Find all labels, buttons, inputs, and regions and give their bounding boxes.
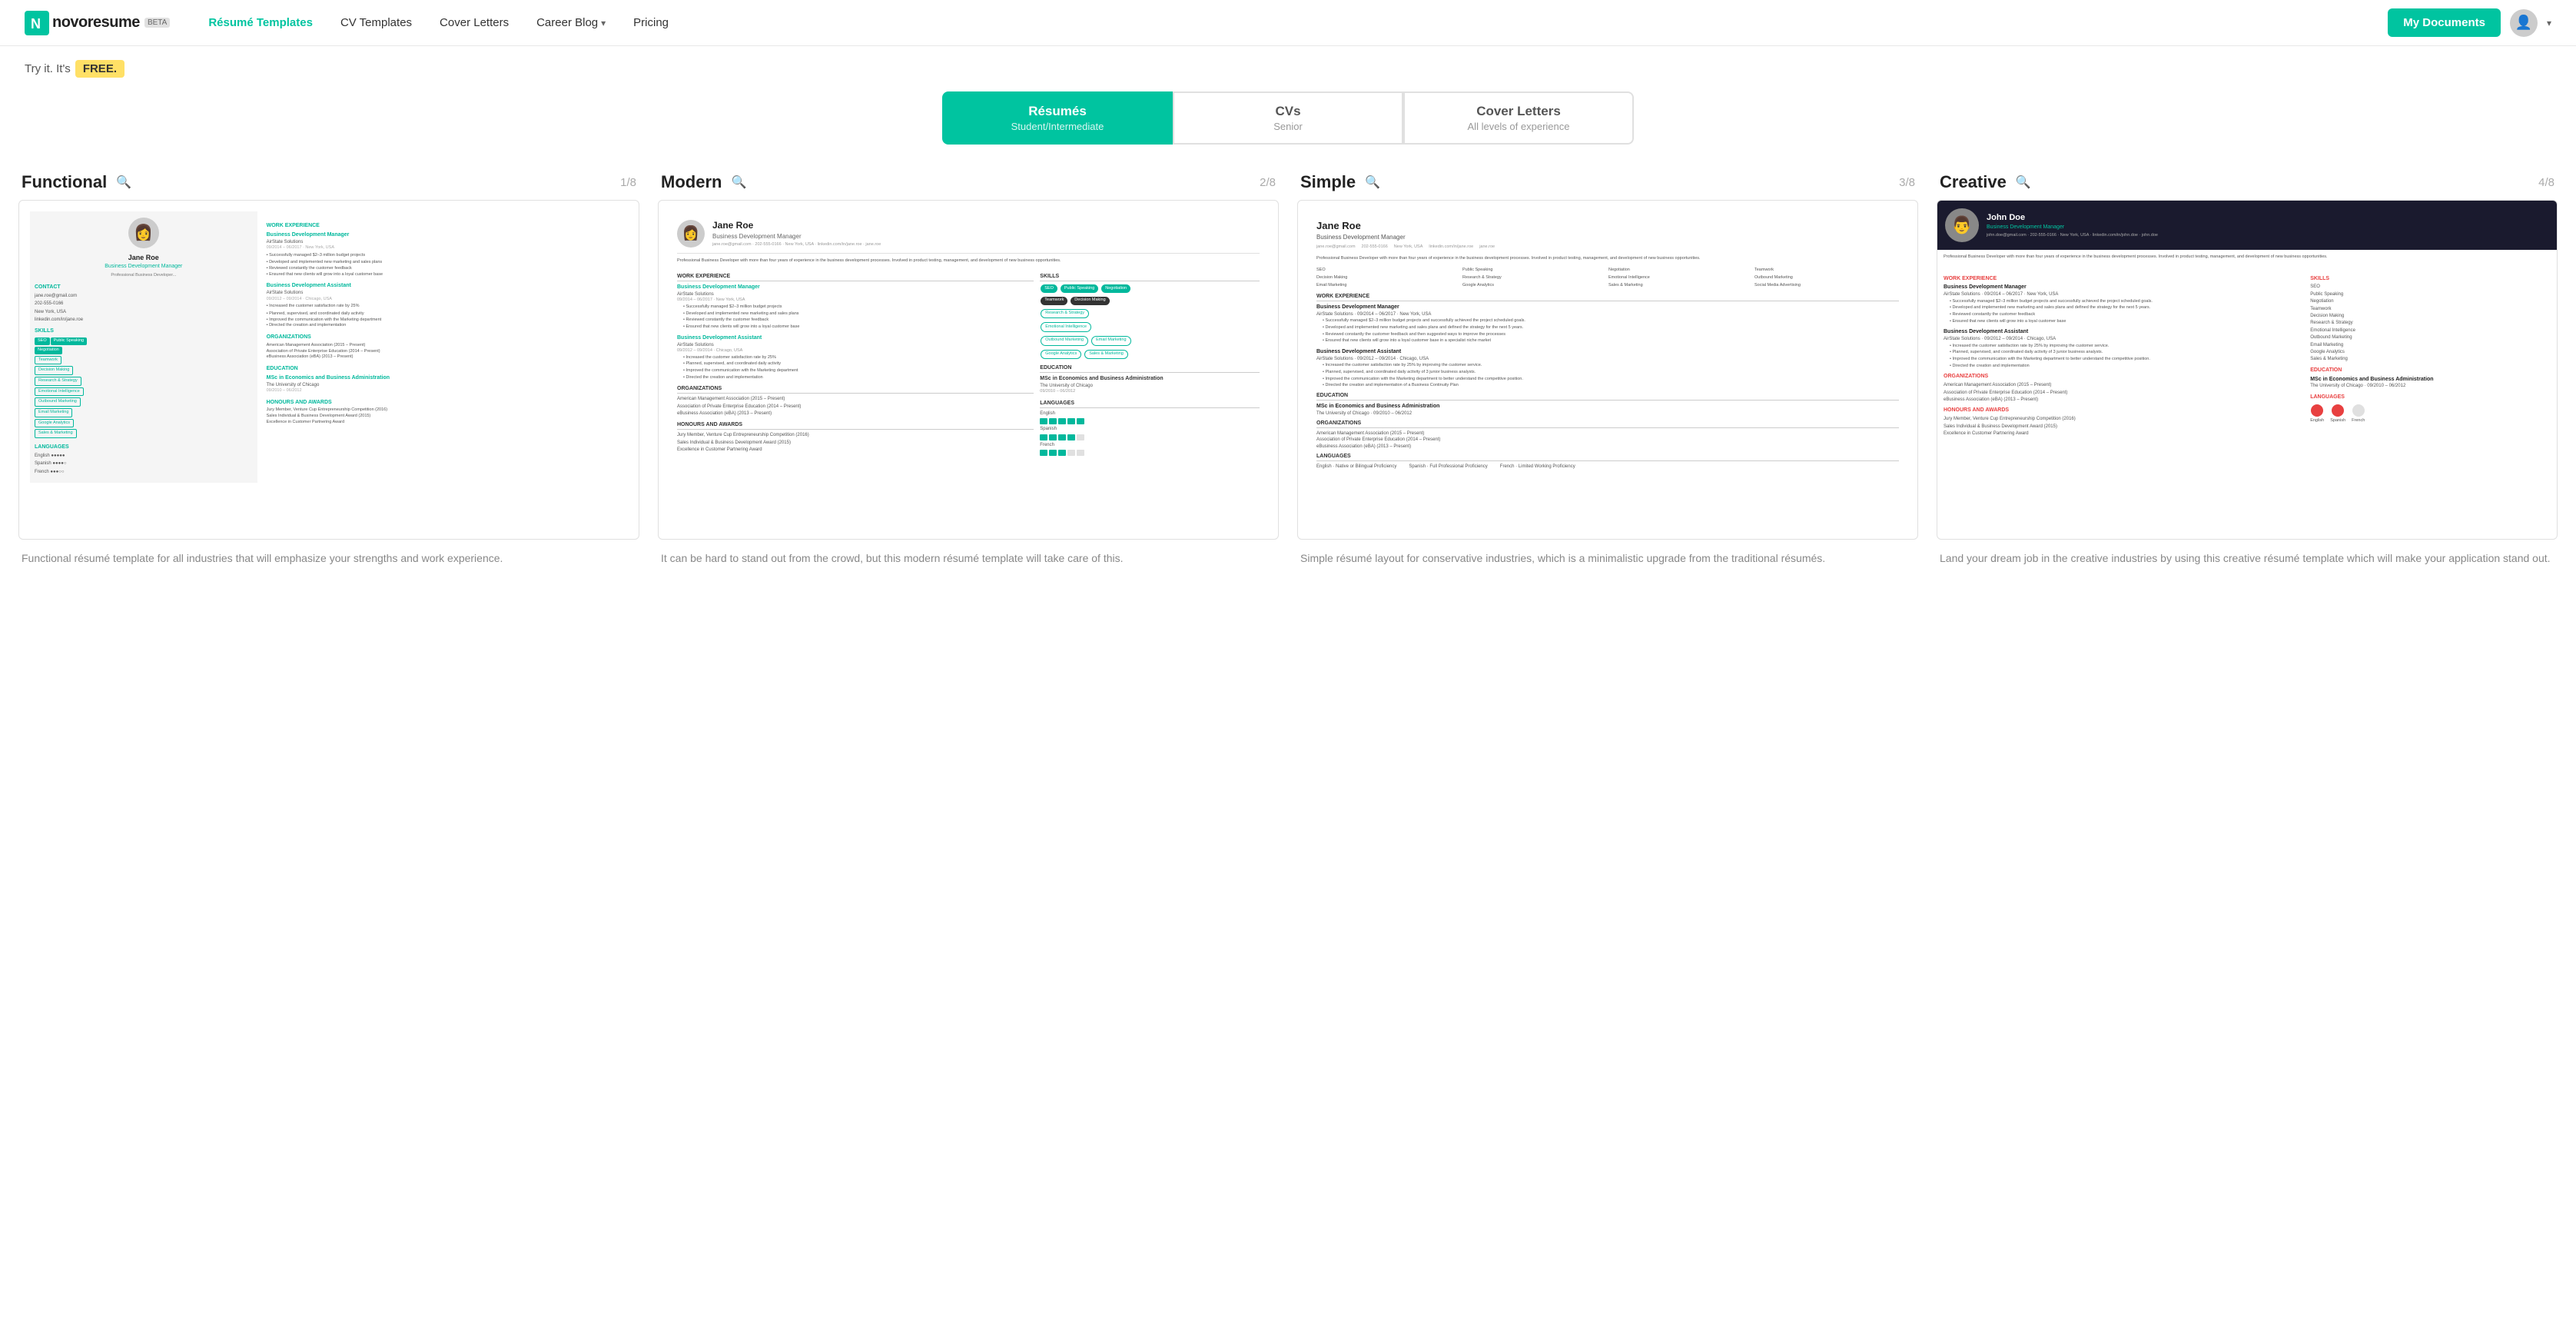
my-documents-button[interactable]: My Documents: [2388, 8, 2501, 37]
nav-cover-letters[interactable]: Cover Letters: [426, 0, 523, 46]
tab-resumes-sub: Student/Intermediate: [959, 121, 1156, 132]
template-simple-preview[interactable]: Jane Roe Business Development Manager ja…: [1297, 200, 1918, 540]
template-functional-preview[interactable]: 👩 Jane Roe Business Development Manager …: [18, 200, 639, 540]
logo[interactable]: N novoresume BETA: [25, 11, 170, 35]
header: N novoresume BETA Résumé Templates CV Te…: [0, 0, 2576, 46]
tabs-container: Résumés Student/Intermediate CVs Senior …: [942, 91, 1634, 145]
tab-resumes[interactable]: Résumés Student/Intermediate: [942, 91, 1173, 145]
template-simple-search-icon[interactable]: 🔍: [1365, 175, 1380, 190]
template-creative-header: Creative 🔍 4/8: [1937, 172, 2558, 192]
avatar[interactable]: 👤: [2510, 9, 2538, 37]
template-simple-desc: Simple résumé layout for conservative in…: [1297, 550, 1918, 567]
template-creative-title: Creative: [1940, 172, 2007, 192]
banner: Try it. It's FREE.: [0, 46, 2576, 91]
tab-cover-letters[interactable]: Cover Letters All levels of experience: [1403, 91, 1634, 145]
nav-resume-templates[interactable]: Résumé Templates: [194, 0, 327, 46]
logo-icon: N: [25, 11, 49, 35]
template-functional-count: 1/8: [620, 176, 636, 189]
template-card-simple: Simple 🔍 3/8 Jane Roe Business Developme…: [1297, 172, 1918, 567]
template-functional-title: Functional: [22, 172, 107, 192]
template-functional-desc: Functional résumé template for all indus…: [18, 550, 639, 567]
logo-beta: BETA: [144, 18, 170, 28]
svg-text:N: N: [31, 16, 41, 32]
template-card-modern: Modern 🔍 2/8 👩 Jane Roe Business Develop…: [658, 172, 1279, 567]
template-modern-title: Modern: [661, 172, 722, 192]
nav-career-blog[interactable]: Career Blog ▾: [523, 0, 619, 46]
template-creative-desc: Land your dream job in the creative indu…: [1937, 550, 2558, 567]
template-functional-search-icon[interactable]: 🔍: [116, 175, 131, 190]
logo-text: novoresume: [52, 14, 140, 32]
template-modern-header: Modern 🔍 2/8: [658, 172, 1279, 192]
template-simple-title: Simple: [1300, 172, 1356, 192]
template-modern-count: 2/8: [1260, 176, 1276, 189]
tab-cover-letters-sub: All levels of experience: [1420, 121, 1617, 132]
template-modern-search-icon[interactable]: 🔍: [731, 175, 746, 190]
template-modern-preview[interactable]: 👩 Jane Roe Business Development Manager …: [658, 200, 1279, 540]
banner-text: Try it. It's: [25, 62, 71, 75]
tab-cover-letters-label: Cover Letters: [1420, 104, 1617, 119]
header-right: My Documents 👤 ▾: [2388, 8, 2551, 37]
tab-cvs-sub: Senior: [1190, 121, 1386, 132]
nav-pricing[interactable]: Pricing: [619, 0, 682, 46]
template-card-creative: Creative 🔍 4/8 👨 John Doe Business Devel…: [1937, 172, 2558, 567]
template-simple-count: 3/8: [1899, 176, 1915, 189]
template-creative-count: 4/8: [2538, 176, 2554, 189]
template-card-functional: Functional 🔍 1/8 👩 Jane Roe Business Dev…: [18, 172, 639, 567]
template-modern-desc: It can be hard to stand out from the cro…: [658, 550, 1279, 567]
avatar-chevron[interactable]: ▾: [2547, 18, 2551, 28]
template-creative-preview[interactable]: 👨 John Doe Business Development Manager …: [1937, 200, 2558, 540]
tab-cvs[interactable]: CVs Senior: [1173, 91, 1403, 145]
tab-resumes-label: Résumés: [959, 104, 1156, 119]
career-blog-chevron: ▾: [601, 18, 606, 28]
template-creative-search-icon[interactable]: 🔍: [2016, 175, 2031, 190]
template-simple-header: Simple 🔍 3/8: [1297, 172, 1918, 192]
template-functional-header: Functional 🔍 1/8: [18, 172, 639, 192]
templates-grid: Functional 🔍 1/8 👩 Jane Roe Business Dev…: [0, 172, 2576, 597]
nav-cv-templates[interactable]: CV Templates: [327, 0, 426, 46]
tab-cvs-label: CVs: [1190, 104, 1386, 119]
banner-free-label: FREE.: [75, 60, 124, 78]
main-nav: Résumé Templates CV Templates Cover Lett…: [194, 0, 2388, 46]
